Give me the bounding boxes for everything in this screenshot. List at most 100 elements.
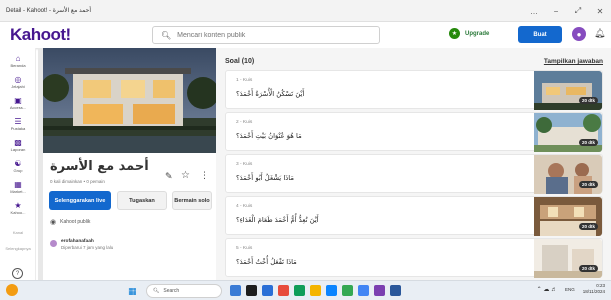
window-title: Detail - Kahoot! - أحمد مع الأسرة <box>6 8 91 14</box>
nav-item-reports[interactable]: ▩ Laporan <box>0 138 36 152</box>
nav-label: Laporan <box>10 147 26 152</box>
nav-item-discover[interactable]: ◎ Jelajahi <box>0 75 36 89</box>
question-thumbnail <box>534 71 602 110</box>
nav-item-access[interactable]: ▣ Access... <box>0 96 36 110</box>
windows-start-icon[interactable]: ▦ <box>128 286 137 297</box>
question-type: 3 - Kuis <box>236 162 253 167</box>
folder-icon[interactable] <box>310 285 321 296</box>
window-maximize-button[interactable]: ⤢ <box>567 6 589 16</box>
app-icon[interactable] <box>374 285 385 296</box>
library-icon: ☰ <box>14 117 22 126</box>
nav-item-more[interactable]: Selengkapnya <box>0 246 36 251</box>
question-card[interactable]: 4 - Kuis أَيْنَ تُعِدُّ أُمُّ أَحْمَدَ ط… <box>225 196 603 236</box>
app-icon[interactable] <box>358 285 369 296</box>
questions-header: Soal (10) Tampilkan jawaban <box>216 48 611 70</box>
word-icon[interactable] <box>390 285 401 296</box>
taskbar-search[interactable]: 🔍︎ Search <box>146 284 222 298</box>
os-taskbar: ▦ 🔍︎ Search ⌃ ☁ ♬ ENG 0:23 18/11/2024 <box>0 280 611 300</box>
questions-count: Soal (10) <box>225 58 255 65</box>
creator-info: erofahanafaah Diperbarui 7 jam yang lalu <box>50 239 113 250</box>
window-controls: … − ⤢ ✕ <box>523 0 611 22</box>
app-header: Kahoot! 🔍︎ ★ Upgrade Buat ● 🔔︎ <box>0 22 611 48</box>
search-box[interactable]: 🔍︎ <box>152 26 380 44</box>
assign-button[interactable]: Tugaskan <box>117 191 167 210</box>
create-button[interactable]: Buat <box>518 26 562 43</box>
system-tray: ⌃ ☁ ♬ ENG 0:23 18/11/2024 <box>537 283 605 295</box>
nav-label: Jelajahi <box>11 84 25 89</box>
search-input[interactable] <box>177 31 358 39</box>
nav-label: Market... <box>10 189 26 194</box>
notification-bell-icon[interactable]: 🔔︎ <box>594 28 605 39</box>
weather-icon[interactable] <box>6 284 18 296</box>
home-icon: ⌂ <box>15 54 21 63</box>
chrome-icon[interactable] <box>342 285 353 296</box>
taskbar-search-icon: 🔍︎ <box>153 288 160 294</box>
search-icon: 🔍︎ <box>161 30 172 40</box>
question-card[interactable]: 5 - Kuis مَاذَا تَفْعَلُ أُخْتُ أَحْمَدَ… <box>225 238 603 278</box>
nav-label: Kahoo... <box>10 210 26 215</box>
upgrade-icon: ★ <box>449 28 460 39</box>
app-icon[interactable] <box>230 285 241 296</box>
language-indicator[interactable]: ENG <box>565 287 575 292</box>
question-type: 4 - Kuis <box>236 204 253 209</box>
favorite-star-icon[interactable]: ☆ <box>181 170 190 181</box>
user-avatar-icon[interactable]: ● <box>572 27 586 41</box>
play-solo-button[interactable]: Bermain solo <box>172 191 212 210</box>
creator-avatar[interactable] <box>50 240 57 247</box>
edge-icon[interactable] <box>326 285 337 296</box>
more-options-icon[interactable]: ⋮ <box>200 170 209 181</box>
upgrade-button[interactable]: ★ Upgrade <box>449 28 489 39</box>
nav-item-home[interactable]: ⌂ Beranda <box>0 54 36 68</box>
help-icon[interactable]: ? <box>12 268 23 279</box>
visibility-info: ◉ Kahoot publik <box>50 218 90 226</box>
app-icon[interactable] <box>278 285 289 296</box>
question-text: مَاذَا تَفْعَلُ أُخْتُ أَحْمَدَ؟ <box>236 258 297 266</box>
question-time: 20 dtk <box>578 265 598 272</box>
question-card[interactable]: 2 - Kuis مَا هُوَ عُنْوَانُ بَيْتِ أَحْم… <box>225 112 603 152</box>
nav-item-channel[interactable]: Kanal <box>0 230 36 235</box>
nav-label: Selengkapnya <box>5 246 31 251</box>
clock-date: 18/11/2024 <box>582 289 605 294</box>
creator-name[interactable]: erofahanafaah <box>61 239 113 244</box>
host-live-button[interactable]: Selenggarakan live <box>49 191 111 210</box>
access-icon: ▣ <box>14 96 22 105</box>
app-icon[interactable] <box>262 285 273 296</box>
question-time: 20 dtk <box>578 181 598 188</box>
window-minimize-button[interactable]: − <box>545 7 567 16</box>
compass-icon: ◎ <box>14 75 22 84</box>
taskbar-search-label: Search <box>163 288 180 294</box>
question-time: 20 dtk <box>578 139 598 146</box>
question-text: أَيْنَ تُعِدُّ أُمُّ أَحْمَدَ طَعَامَ ال… <box>236 216 319 224</box>
reports-icon: ▩ <box>14 138 22 147</box>
tray-icons[interactable]: ⌃ ☁ ♬ <box>537 286 557 293</box>
app-icon[interactable] <box>246 285 257 296</box>
kahoot-academy-icon: ★ <box>14 201 22 210</box>
question-thumbnail <box>534 197 602 236</box>
edit-icon[interactable]: ✎ <box>165 171 173 182</box>
window-more-button[interactable]: … <box>523 7 545 16</box>
question-card[interactable]: 3 - Kuis مَاذَا يَشْغَلُ أَبُو أَحْمَدَ؟… <box>225 154 603 194</box>
show-answers-link[interactable]: Tampilkan jawaban <box>544 58 603 65</box>
taskbar-clock[interactable]: 0:23 18/11/2024 <box>583 283 605 295</box>
updated-time: Diperbarui 7 jam yang lalu <box>61 245 114 250</box>
kahoot-play-stats: 0 kali dimainkan • 0 pemain <box>50 179 105 184</box>
nav-item-library[interactable]: ☰ Pustaka <box>0 117 36 131</box>
nav-label: Pustaka <box>10 126 26 131</box>
window-close-button[interactable]: ✕ <box>589 7 611 16</box>
question-card[interactable]: 1 - Kuis أَيْنَ تَسْكُنُ الْأُسْرَةُ أَح… <box>225 70 603 110</box>
question-type: 5 - Kuis <box>236 246 253 251</box>
nav-item-academy[interactable]: ★ Kahoo... <box>0 201 36 215</box>
nav-item-marketplace[interactable]: ▦ Market... <box>0 180 36 194</box>
question-text: مَا هُوَ عُنْوَانُ بَيْتِ أَحْمَدَ؟ <box>236 132 302 140</box>
nav-label: Grup <box>13 168 23 173</box>
question-thumbnail <box>534 155 602 194</box>
kahoot-cover-image <box>43 48 216 153</box>
groups-icon: ☯ <box>14 159 22 168</box>
nav-item-groups[interactable]: ☯ Grup <box>0 159 36 173</box>
app-icon[interactable] <box>294 285 305 296</box>
question-thumbnail <box>534 239 602 278</box>
question-time: 20 dtk <box>578 97 598 104</box>
question-text: أَيْنَ تَسْكُنُ الْأُسْرَةُ أَحْمَدَ؟ <box>236 90 305 98</box>
kahoot-logo[interactable]: Kahoot! <box>10 25 71 45</box>
window-titlebar: Detail - Kahoot! - أحمد مع الأسرة … − ⤢ … <box>0 0 611 22</box>
